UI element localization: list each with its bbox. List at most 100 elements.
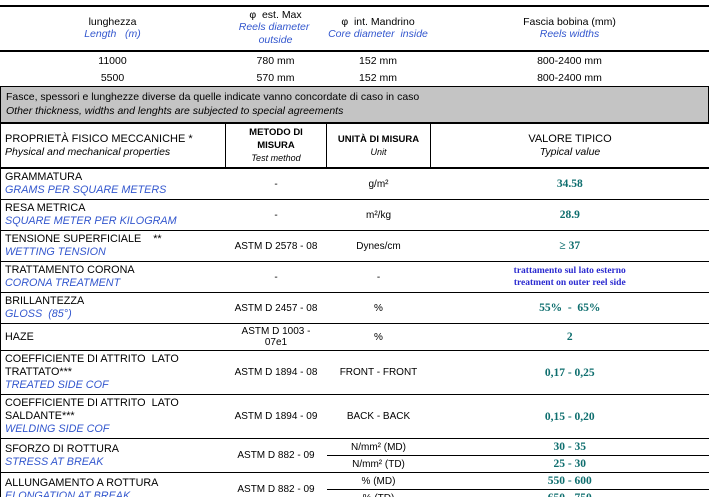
property-name-english: CORONA TREATMENT — [5, 277, 222, 290]
property-row: BRILLANTEZZAGLOSS (85°) ASTM D 2457 - 08%… — [1, 293, 709, 324]
property-name-english: WELDING SIDE COF — [5, 423, 222, 436]
reel-header-english: Length (m) — [0, 28, 225, 41]
unit-cell: BACK - BACK — [327, 395, 431, 439]
property-name-english: STRESS AT BREAK — [5, 456, 222, 469]
unit-line: % — [331, 302, 427, 315]
unit-line: FRONT - FRONT — [331, 366, 427, 379]
header-property-column: PROPRIETÀ FISICO MECCANICHE * Physical a… — [1, 124, 226, 169]
test-method-cell: ASTM D 2578 - 08 — [226, 231, 327, 262]
property-name-cell: TRATTAMENTO CORONACORONA TREATMENT — [1, 262, 226, 293]
test-method-cell: - — [226, 168, 327, 200]
value-line: ≥ 37 — [435, 239, 706, 253]
property-row: COEFFICIENTE DI ATTRITO LATO TRATTATO***… — [1, 351, 709, 395]
banner-text-english: Other thickness, widths and lenghts are … — [6, 104, 703, 118]
property-name-cell: TENSIONE SUPERFICIALE **WETTING TENSION — [1, 231, 226, 262]
property-row: TENSIONE SUPERFICIALE **WETTING TENSIONA… — [1, 231, 709, 262]
reel-column-header: φ est. MaxReels diameter outside — [225, 6, 326, 51]
property-row: TRATTAMENTO CORONACORONA TREATMENT--trat… — [1, 262, 709, 293]
property-name-italian: ALLUNGAMENTO A ROTTURA — [5, 477, 222, 490]
property-name-cell: COEFFICIENTE DI ATTRITO LATO TRATTATO***… — [1, 351, 226, 395]
header-property-english: Physical and mechanical properties — [5, 146, 221, 159]
unit-line: - — [331, 271, 427, 284]
property-name-italian: TRATTAMENTO CORONA — [5, 264, 222, 277]
typical-value-cell: 650 - 750 — [431, 490, 709, 497]
test-method-cell: ASTM D 1894 - 09 — [226, 395, 327, 439]
test-method-cell: ASTM D 1003 - 07e1 — [226, 324, 327, 351]
typical-value-cell: 25 - 30 — [431, 456, 709, 473]
property-name-cell: SFORZO DI ROTTURASTRESS AT BREAK — [1, 439, 226, 473]
reel-header-english: Reels widths — [430, 28, 709, 41]
test-method-cell: ASTM D 2457 - 08 — [226, 293, 327, 324]
unit-cell: g/m² — [327, 168, 431, 200]
reel-cell: 780 mm — [225, 51, 326, 69]
reel-table-header-row: lunghezzaLength (m)φ est. MaxReels diame… — [0, 6, 709, 51]
special-agreements-banner: Fasce, spessori e lunghezze diverse da q… — [0, 86, 709, 123]
property-name-english: SQUARE METER PER KILOGRAM — [5, 215, 222, 228]
property-row: ALLUNGAMENTO A ROTTURAELONGATION AT BREA… — [1, 473, 709, 490]
test-method-cell: ASTM D 882 - 09 — [226, 439, 327, 473]
typical-value-cell: 0,17 - 0,25 — [431, 351, 709, 395]
property-name-italian: SFORZO DI ROTTURA — [5, 443, 222, 456]
reel-header-english: Reels diameter outside — [225, 21, 326, 47]
header-unit-column: UNITÀ DI MISURA Unit — [327, 124, 431, 169]
property-row: COEFFICIENTE DI ATTRITO LATO SALDANTE***… — [1, 395, 709, 439]
reel-header-english: Core diameter inside — [326, 28, 430, 41]
unit-cell: Dynes/cm — [327, 231, 431, 262]
typical-value-cell: 34.58 — [431, 168, 709, 200]
unit-cell: % — [327, 293, 431, 324]
header-value-english: Typical value — [435, 146, 705, 159]
typical-value-cell: 28.9 — [431, 200, 709, 231]
datasheet-page: lunghezzaLength (m)φ est. MaxReels diame… — [0, 0, 709, 497]
unit-line: % — [331, 331, 427, 344]
property-name-italian: BRILLANTEZZA — [5, 295, 222, 308]
reel-column-header: φ int. MandrinoCore diameter inside — [326, 6, 430, 51]
property-row: GRAMMATURAGRAMS PER SQUARE METERS-g/m² 34… — [1, 168, 709, 200]
property-name-italian: COEFFICIENTE DI ATTRITO LATO TRATTATO*** — [5, 353, 222, 379]
unit-cell: FRONT - FRONT — [327, 351, 431, 395]
property-name-italian: HAZE — [5, 331, 222, 344]
reel-cell: 570 mm — [225, 69, 326, 86]
reel-header-italian: lunghezza — [0, 16, 225, 28]
property-name-english: GLOSS (85°) — [5, 308, 222, 321]
typical-value-cell: 0,15 - 0,20 — [431, 395, 709, 439]
property-name-cell: RESA METRICASQUARE METER PER KILOGRAM — [1, 200, 226, 231]
typical-value-cell: 55% - 65% — [431, 293, 709, 324]
unit-cell: % (TD) — [327, 490, 431, 497]
reel-column-header: lunghezzaLength (m) — [0, 6, 225, 51]
property-name-cell: GRAMMATURAGRAMS PER SQUARE METERS — [1, 168, 226, 200]
reel-row: 5500570 mm152 mm800-2400 mm — [0, 69, 709, 86]
unit-cell: m²/kg — [327, 200, 431, 231]
unit-cell: - — [327, 262, 431, 293]
reel-cell: 152 mm — [326, 51, 430, 69]
unit-cell: % — [327, 324, 431, 351]
property-name-italian: GRAMMATURA — [5, 171, 222, 184]
header-method-column: METODO DI MISURA Test method — [226, 124, 327, 169]
reel-header-italian: φ est. Max — [225, 9, 326, 21]
test-method-cell: - — [226, 262, 327, 293]
typical-value-cell: trattamento sul lato esternotreatment on… — [431, 262, 709, 293]
reel-header-italian: Fascia bobina (mm) — [430, 16, 709, 28]
property-name-cell: HAZE — [1, 324, 226, 351]
property-name-english: WETTING TENSION — [5, 246, 222, 259]
unit-cell: N/mm² (MD) — [327, 439, 431, 456]
unit-line: g/m² — [331, 178, 427, 191]
unit-line: m²/kg — [331, 209, 427, 222]
typical-value-cell: ≥ 37 — [431, 231, 709, 262]
unit-cell: % (MD) — [327, 473, 431, 490]
reel-header-italian: φ int. Mandrino — [326, 16, 430, 28]
value-line: 34.58 — [435, 177, 706, 191]
unit-line: Dynes/cm — [331, 240, 427, 253]
header-value-column: VALORE TIPICO Typical value — [431, 124, 709, 169]
properties-table: PROPRIETÀ FISICO MECCANICHE * Physical a… — [0, 123, 709, 497]
header-property-italian: PROPRIETÀ FISICO MECCANICHE * — [5, 133, 221, 146]
property-row: RESA METRICASQUARE METER PER KILOGRAM-m²… — [1, 200, 709, 231]
reel-cell: 800-2400 mm — [430, 51, 709, 69]
value-line: 0,17 - 0,25 — [435, 366, 706, 380]
typical-value-cell: 2 — [431, 324, 709, 351]
property-name-italian: TENSIONE SUPERFICIALE ** — [5, 233, 222, 246]
reel-row: 11000780 mm152 mm800-2400 mm — [0, 51, 709, 69]
reel-cell: 800-2400 mm — [430, 69, 709, 86]
property-name-english: ELONGATION AT BREAK — [5, 490, 222, 497]
banner-text-italian: Fasce, spessori e lunghezze diverse da q… — [6, 90, 703, 104]
header-unit-english: Unit — [331, 146, 426, 159]
